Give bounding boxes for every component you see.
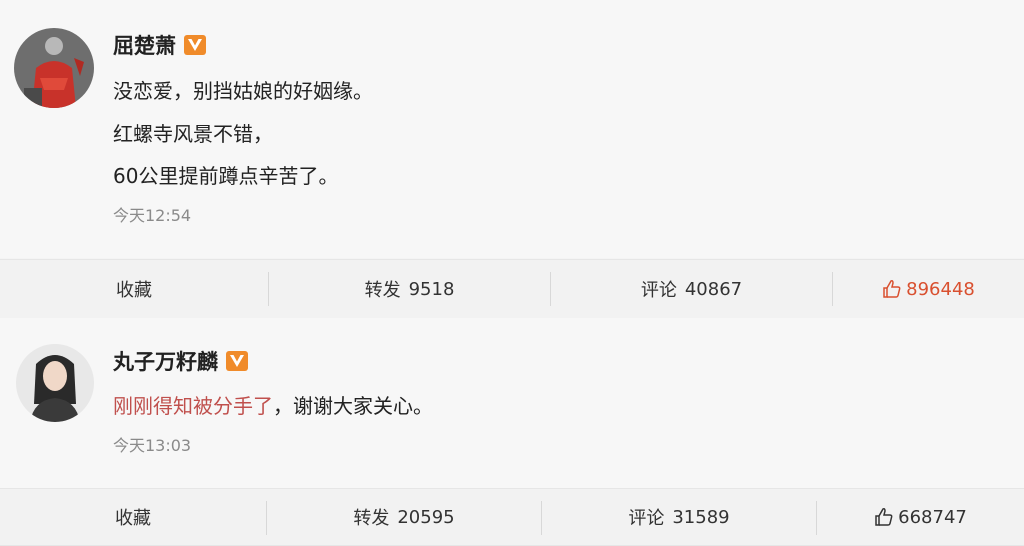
post-text-line: 没恋爱，别挡姑娘的好姻缘。 (113, 79, 373, 103)
comment-label: 评论 (628, 508, 665, 529)
repost-label: 转发 (364, 280, 401, 301)
highlighted-text: 刚刚得知被分手了 (113, 394, 273, 418)
repost-count: 9518 (408, 278, 455, 300)
thumbs-up-icon (882, 279, 902, 299)
favorite-label: 收藏 (115, 508, 151, 529)
thumbs-up-icon (874, 507, 894, 527)
repost-button[interactable]: 转发 9518 (269, 260, 550, 318)
comment-label: 评论 (640, 280, 677, 301)
post-text-line: 刚刚得知被分手了，谢谢大家关心。 (113, 390, 433, 419)
username-text[interactable]: 屈楚萧 (113, 30, 176, 60)
like-button[interactable]: 668747 (817, 489, 1024, 545)
post-timestamp[interactable]: 今天13:03 (113, 432, 191, 456)
username[interactable]: 丸子万籽麟 (113, 346, 248, 376)
favorite-button[interactable]: 收藏 (0, 489, 266, 545)
favorite-button[interactable]: 收藏 (0, 260, 268, 318)
post-text: ，谢谢大家关心。 (273, 394, 433, 418)
like-count: 896448 (906, 278, 975, 300)
post-timestamp[interactable]: 今天12:54 (113, 202, 191, 226)
username[interactable]: 屈楚萧 (113, 30, 206, 60)
avatar[interactable] (16, 344, 94, 422)
like-button[interactable]: 896448 (833, 260, 1024, 318)
post-card: 丸子万籽麟 刚刚得知被分手了，谢谢大家关心。 今天13:03 (0, 318, 1024, 488)
avatar[interactable] (14, 28, 94, 108)
post-text-line: 红螺寺风景不错， (113, 122, 273, 146)
comment-button[interactable]: 评论 40867 (551, 260, 832, 318)
post-card: 屈楚萧 没恋爱，别挡姑娘的好姻缘。 红螺寺风景不错， 60公里提前蹲点辛苦了。 … (0, 0, 1024, 258)
like-count: 668747 (898, 506, 967, 528)
verified-badge-icon (184, 35, 206, 55)
comment-count: 40867 (684, 278, 743, 300)
post-text-line: 60公里提前蹲点辛苦了。 (113, 164, 339, 188)
comment-button[interactable]: 评论 31589 (542, 489, 816, 545)
repost-count: 20595 (397, 506, 455, 528)
repost-label: 转发 (353, 508, 390, 529)
action-bar: 收藏 转发 20595 评论 31589 668747 (0, 488, 1024, 546)
verified-badge-icon (226, 351, 248, 371)
comment-count: 31589 (672, 506, 730, 528)
action-bar: 收藏 转发 9518 评论 40867 896448 (0, 259, 1024, 319)
favorite-label: 收藏 (116, 280, 152, 301)
repost-button[interactable]: 转发 20595 (267, 489, 541, 545)
username-text[interactable]: 丸子万籽麟 (113, 346, 218, 376)
